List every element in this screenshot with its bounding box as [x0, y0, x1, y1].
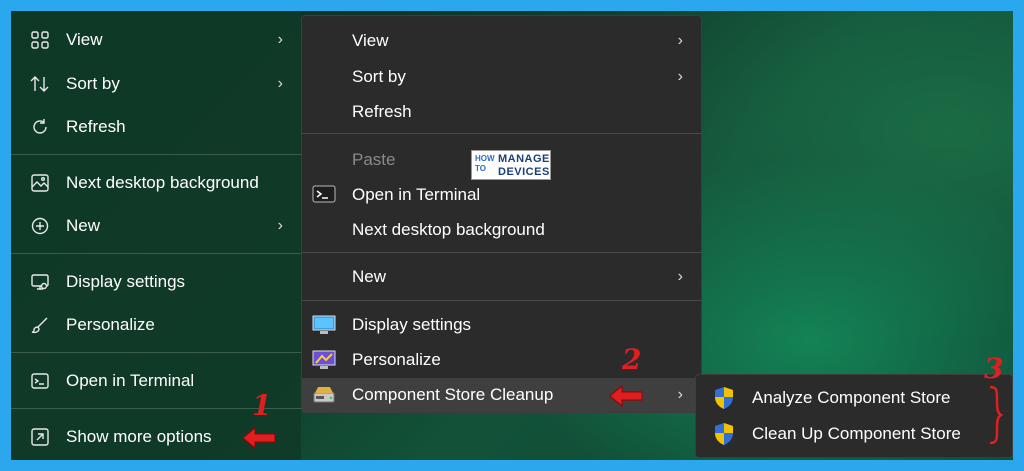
- expand-icon: [30, 427, 50, 447]
- menu-item-label: Show more options: [66, 427, 212, 446]
- sort-icon: [30, 74, 50, 94]
- refresh-icon: [30, 117, 50, 137]
- red-arrow-icon: [609, 384, 643, 408]
- menu-item-label: Display settings: [66, 272, 186, 291]
- terminal-icon: [312, 184, 336, 206]
- menu-item-label: View: [66, 30, 103, 49]
- classic-item-new[interactable]: New ›: [302, 260, 701, 294]
- red-brace-icon: [989, 385, 1003, 445]
- submenu-item-clean-up[interactable]: Clean Up Component Store: [696, 416, 1012, 452]
- plus-circle-icon: [30, 216, 50, 236]
- menu-item-label: Refresh: [352, 102, 412, 121]
- submenu-item-analyze[interactable]: Analyze Component Store: [696, 380, 1012, 416]
- desktop-screenshot: View › Sort by › Refresh Next desktop ba…: [11, 11, 1013, 460]
- display-icon: [30, 272, 50, 292]
- menu-separator: [302, 133, 701, 134]
- logo-text: TO: [475, 164, 486, 173]
- chevron-right-icon: ›: [277, 217, 283, 234]
- uac-shield-icon: [712, 422, 736, 446]
- menu-item-label: Paste: [352, 150, 396, 169]
- menu-separator: [11, 154, 301, 155]
- brush-icon: [30, 315, 50, 335]
- menu-item-label: Personalize: [352, 350, 441, 369]
- menu-separator: [302, 300, 701, 301]
- terminal-icon: [30, 371, 50, 391]
- menu-item-refresh[interactable]: Refresh: [11, 109, 301, 145]
- menu-separator: [302, 252, 701, 253]
- chevron-right-icon: ›: [277, 31, 283, 48]
- personalize-icon: [312, 349, 336, 371]
- menu-item-label: Clean Up Component Store: [752, 424, 961, 443]
- menu-item-label: Open in Terminal: [66, 371, 195, 390]
- menu-item-label: Next desktop background: [352, 220, 545, 239]
- menu-item-label: View: [352, 31, 389, 50]
- step-number-1: 1: [252, 389, 272, 422]
- display-settings-icon: [312, 314, 336, 336]
- menu-item-display-settings[interactable]: Display settings: [11, 264, 301, 300]
- classic-item-view[interactable]: View ›: [302, 24, 701, 58]
- menu-item-next-background[interactable]: Next desktop background: [11, 165, 301, 201]
- disk-cleanup-icon: [312, 384, 336, 406]
- classic-item-next-background[interactable]: Next desktop background: [302, 213, 701, 247]
- uac-shield-icon: [712, 386, 736, 410]
- classic-item-refresh[interactable]: Refresh: [302, 95, 701, 129]
- menu-item-new[interactable]: New ›: [11, 208, 301, 244]
- step-number-3: 3: [984, 352, 1004, 385]
- menu-item-label: Sort by: [66, 74, 120, 93]
- menu-item-label: Refresh: [66, 117, 126, 136]
- menu-separator: [11, 352, 301, 353]
- menu-item-personalize[interactable]: Personalize: [11, 307, 301, 343]
- menu-item-label: Component Store Cleanup: [352, 385, 554, 404]
- menu-item-sort-by[interactable]: Sort by ›: [11, 66, 301, 102]
- menu-item-label: Open in Terminal: [352, 185, 481, 204]
- step-number-2: 2: [622, 343, 642, 376]
- logo-text: MANAGE: [498, 153, 550, 165]
- menu-item-label: Analyze Component Store: [752, 388, 951, 407]
- logo-text: HOW: [475, 154, 495, 163]
- menu-item-label: New: [66, 216, 101, 235]
- grid-icon: [30, 30, 50, 50]
- classic-item-sort-by[interactable]: Sort by ›: [302, 60, 701, 94]
- menu-item-label: Next desktop background: [66, 173, 259, 192]
- classic-item-display-settings[interactable]: Display settings: [302, 308, 701, 342]
- menu-item-label: Sort by: [352, 67, 406, 86]
- menu-item-view[interactable]: View ›: [11, 22, 301, 58]
- component-store-submenu: Analyze Component Store Clean Up Compone…: [695, 374, 1013, 458]
- menu-item-label: New: [352, 267, 387, 286]
- menu-item-label: Display settings: [352, 315, 472, 334]
- chevron-right-icon: ›: [677, 386, 683, 403]
- chevron-right-icon: ›: [677, 268, 683, 285]
- menu-item-label: Personalize: [66, 315, 155, 334]
- chevron-right-icon: ›: [677, 68, 683, 85]
- classic-item-open-terminal[interactable]: Open in Terminal: [302, 178, 701, 212]
- background-icon: [30, 173, 50, 193]
- logo-text: DEVICES: [498, 166, 550, 178]
- red-arrow-icon: [242, 426, 276, 450]
- chevron-right-icon: ›: [277, 75, 283, 92]
- chevron-right-icon: ›: [677, 32, 683, 49]
- menu-separator: [11, 253, 301, 254]
- classic-context-menu: View › Sort by › Refresh Paste Open in T…: [301, 15, 702, 413]
- howto-manage-devices-logo: HOW TO MANAGE DEVICES: [471, 150, 551, 180]
